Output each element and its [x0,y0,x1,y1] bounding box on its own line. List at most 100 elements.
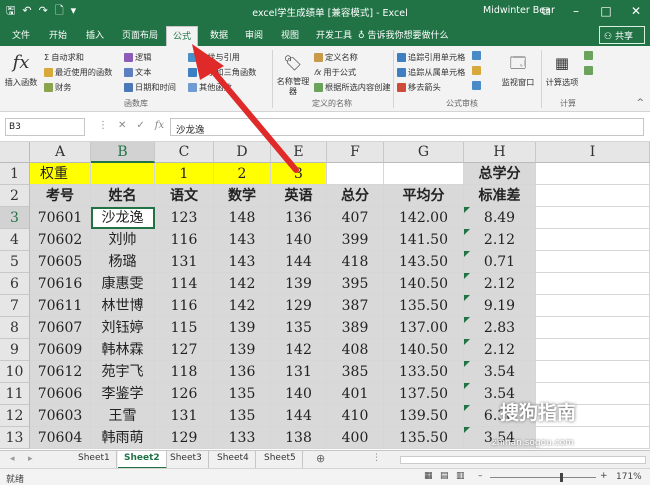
cell[interactable]: 韩林霖 [91,339,155,361]
zoom-in-icon[interactable]: + [600,471,608,481]
cell[interactable]: 144 [271,251,327,273]
cell[interactable]: 148 [214,207,271,229]
cell[interactable]: 70604 [30,427,91,449]
evaluate-formula-button[interactable] [472,81,481,90]
cell[interactable]: 2.12 [464,273,536,295]
tab-review[interactable]: 审阅 [245,28,263,41]
new-file-icon[interactable]: 🗋 [55,4,64,18]
page-layout-view-icon[interactable]: ▤ [440,471,449,481]
cell[interactable]: 138 [271,427,327,449]
cell[interactable]: 387 [327,295,384,317]
cell[interactable] [327,163,384,185]
cell[interactable]: 沙龙逸 [91,207,155,229]
column-header[interactable]: I [536,142,650,163]
cell[interactable]: 137.00 [384,317,464,339]
cell[interactable]: 395 [327,273,384,295]
cell[interactable]: 刘钰婷 [91,317,155,339]
cell[interactable] [536,207,650,229]
cell[interactable]: 418 [327,251,384,273]
column-header[interactable]: F [327,142,384,163]
cell[interactable]: 143.50 [384,251,464,273]
cell[interactable]: 70612 [30,361,91,383]
cell[interactable]: 林世博 [91,295,155,317]
cell[interactable]: 400 [327,427,384,449]
logical-button[interactable]: 逻辑 [124,51,151,63]
text-functions-button[interactable]: 文本 [124,66,151,78]
cell[interactable]: 399 [327,229,384,251]
cell[interactable]: 135 [214,383,271,405]
zoom-level[interactable]: 171% [616,472,642,482]
cell[interactable] [536,273,650,295]
zoom-out-icon[interactable]: – [478,471,483,481]
save-icon[interactable]: 🖫 [6,4,15,18]
cell[interactable]: 70606 [30,383,91,405]
sheet-tab[interactable]: Sheet1 [72,451,117,469]
cell[interactable]: 139 [271,273,327,295]
cell[interactable]: 139 [214,317,271,339]
tab-home[interactable]: 开始 [49,28,67,41]
row-header[interactable]: 8 [0,317,30,339]
cell[interactable]: 权重 [30,163,91,185]
name-manager-button[interactable]: 🏷 名称管理器 [276,52,310,96]
row-header[interactable]: 5 [0,251,30,273]
ribbon-display-icon[interactable]: ⧉ [538,3,554,19]
cell[interactable]: 9.19 [464,295,536,317]
prev-sheet-icon[interactable]: ◂ [10,454,15,464]
calculate-sheet-button[interactable] [584,66,593,75]
cell[interactable] [536,163,650,185]
cell[interactable]: 70603 [30,405,91,427]
share-button[interactable]: ⚇ 共享 [599,26,645,44]
trace-dependents-button[interactable]: 追踪从属单元格 [397,66,465,78]
cell[interactable]: 136 [271,207,327,229]
cell[interactable]: 131 [155,405,214,427]
insert-function-button[interactable]: fx 插入函数 [4,52,38,88]
cell[interactable] [536,361,650,383]
row-header[interactable]: 2 [0,185,30,207]
recent-functions-button[interactable]: 最近使用的函数 [44,66,112,78]
row-header[interactable]: 11 [0,383,30,405]
cell[interactable]: 389 [327,317,384,339]
cell[interactable]: 语文 [155,185,214,207]
cell[interactable]: 刘帅 [91,229,155,251]
cell[interactable]: 142.00 [384,207,464,229]
lookup-button[interactable]: 查找与引用 [188,51,240,63]
tab-view[interactable]: 视图 [281,28,299,41]
formula-input[interactable]: 沙龙逸 [170,118,644,136]
cell[interactable]: 平均分 [384,185,464,207]
maximize-icon[interactable]: □ [598,3,614,19]
other-functions-button[interactable]: 其他函数 [188,81,232,93]
cell[interactable] [536,229,650,251]
cell[interactable]: 385 [327,361,384,383]
cell[interactable]: 407 [327,207,384,229]
cell[interactable]: 70601 [30,207,91,229]
close-icon[interactable]: ✕ [628,3,644,19]
insert-function-icon[interactable]: fx [155,120,164,131]
cell[interactable]: 苑宇飞 [91,361,155,383]
cell[interactable]: 139.50 [384,405,464,427]
cell[interactable]: 140.50 [384,273,464,295]
cell[interactable]: 1 [155,163,214,185]
cell[interactable]: 408 [327,339,384,361]
enter-icon[interactable]: ✓ [136,120,144,131]
cell[interactable]: 118 [155,361,214,383]
cell[interactable]: 总分 [327,185,384,207]
math-trig-button[interactable]: 数学和三角函数 [188,66,256,78]
use-in-formula-button[interactable]: 𝑓x 用于公式 [314,66,356,78]
calculation-options-button[interactable]: ▦ 计算选项 [543,52,581,88]
cell[interactable]: 116 [155,295,214,317]
more-icon[interactable]: ▾ [71,4,77,18]
row-header[interactable]: 6 [0,273,30,295]
cell[interactable]: 2.12 [464,229,536,251]
cell[interactable] [536,339,650,361]
cell[interactable]: 总学分 [464,163,536,185]
row-header[interactable]: 4 [0,229,30,251]
cell[interactable] [536,317,650,339]
cell[interactable]: 8.49 [464,207,536,229]
cell[interactable] [384,163,464,185]
cell[interactable]: 135.50 [384,427,464,449]
cell[interactable]: 韩雨萌 [91,427,155,449]
tab-developer[interactable]: 开发工具 [316,28,352,41]
cell[interactable]: 401 [327,383,384,405]
add-sheet-icon[interactable]: ⊕ [316,452,325,465]
cell[interactable]: 410 [327,405,384,427]
